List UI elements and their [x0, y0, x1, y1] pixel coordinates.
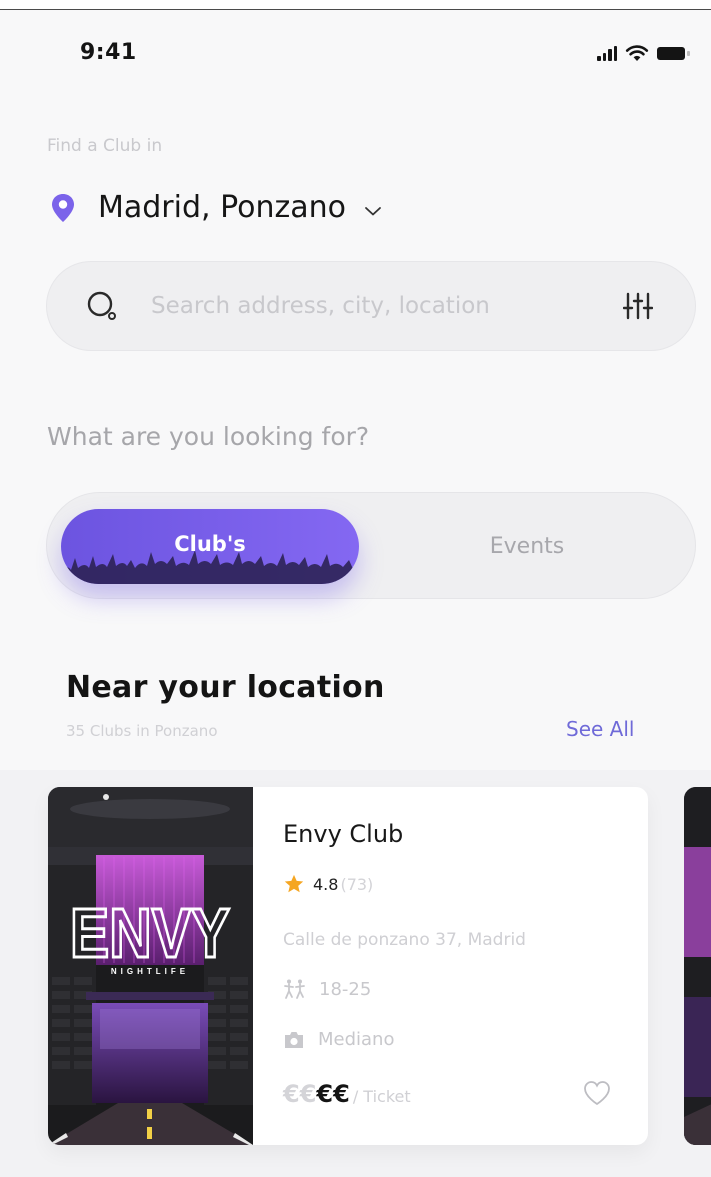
club-image: ENVY NIGHTLIFE — [48, 787, 253, 1145]
tab-events-label: Events — [489, 534, 565, 559]
category-question: What are you looking for? — [47, 422, 370, 451]
dancers-icon — [284, 979, 305, 999]
club-card[interactable]: ENVY NIGHTLIFE Envy Club 4.8 (73) Calle — [48, 787, 648, 1145]
tab-clubs[interactable]: Club's — [61, 509, 359, 584]
status-bar: 9:41 — [0, 10, 711, 90]
price-suffix: / Ticket — [352, 1087, 411, 1106]
signal-icon — [597, 45, 617, 61]
club-rating: 4.8 (73) — [283, 873, 373, 895]
tab-clubs-label: Club's — [174, 531, 246, 556]
wifi-icon — [625, 45, 649, 61]
heart-icon[interactable] — [582, 1079, 612, 1107]
filter-icon[interactable] — [623, 291, 653, 321]
section-subtitle: 35 Clubs in Ponzano — [66, 722, 218, 740]
next-club-image — [684, 787, 711, 1145]
location-value: Madrid, Ponzano — [98, 190, 346, 225]
size-value: Mediano — [318, 1029, 395, 1050]
star-icon — [284, 874, 304, 893]
club-address: Calle de ponzano 37, Madrid — [283, 930, 526, 950]
find-club-label: Find a Club in — [47, 136, 163, 156]
search-icon — [87, 291, 116, 320]
club-size: Mediano — [283, 1029, 394, 1050]
search-input[interactable] — [151, 293, 623, 319]
tab-events[interactable]: Events — [377, 509, 677, 584]
search-bar[interactable] — [46, 261, 696, 351]
app-screen: 9:41 Find a Club in Madrid, Ponzano Sear… — [0, 10, 711, 1177]
price-high: €€ — [316, 1080, 350, 1108]
see-all-link[interactable]: See All — [566, 717, 634, 741]
section-title: Near your location — [66, 670, 385, 705]
pin-icon — [52, 193, 74, 222]
club-name: Envy Club — [283, 820, 404, 848]
age-range-value: 18-25 — [319, 978, 372, 1000]
category-toggle: Club's Events — [46, 492, 696, 599]
club-age-range: 18-25 — [283, 978, 371, 1000]
club-price: €€ €€ / Ticket — [283, 1080, 411, 1108]
club-carousel[interactable]: ENVY NIGHTLIFE Envy Club 4.8 (73) Calle — [0, 770, 711, 1177]
price-low: €€ — [283, 1080, 317, 1108]
club-sign-text: ENVY — [70, 894, 230, 972]
next-club-card[interactable] — [684, 787, 711, 1145]
camera-icon — [285, 1031, 303, 1048]
battery-icon — [657, 46, 691, 60]
rating-value: 4.8 — [313, 874, 339, 894]
status-time: 9:41 — [80, 40, 137, 65]
club-sign-subtext: NIGHTLIFE — [111, 967, 189, 976]
chevron-down-icon — [365, 206, 381, 215]
rating-count: (73) — [340, 874, 374, 894]
status-icons — [597, 44, 691, 62]
location-selector[interactable]: Madrid, Ponzano — [50, 190, 382, 225]
